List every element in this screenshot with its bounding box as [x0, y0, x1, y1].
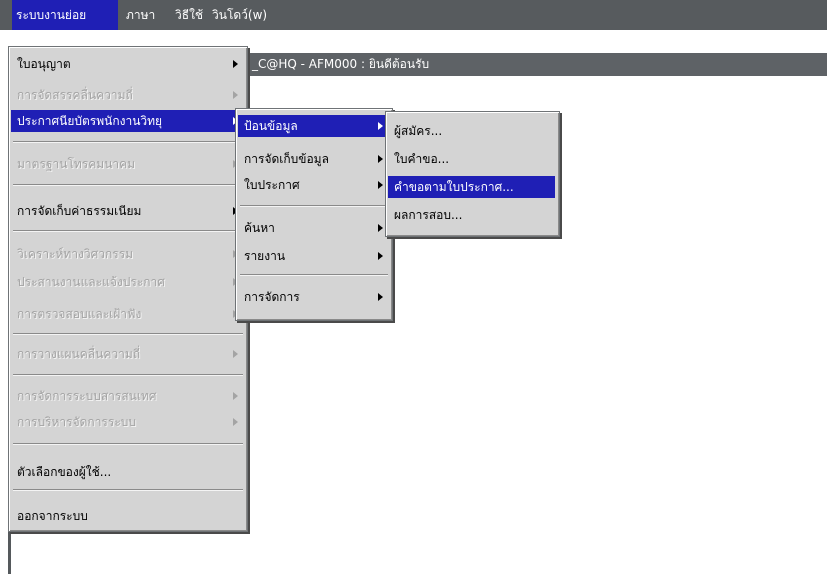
submenu-arrow-icon — [378, 122, 383, 130]
menu-separator — [13, 184, 243, 186]
main-menu-item-frequency-planning[interactable]: การวางแผนคลื่นความถี่ — [11, 343, 243, 365]
submenu-item-certificates[interactable]: ใบประกาศ — [238, 174, 388, 196]
main-menu-item-label: วิเคราะห์ทางวิศวกรรม — [17, 247, 134, 261]
menu-language[interactable]: ภาษา — [126, 0, 155, 30]
submenu-item-label: ป้อนข้อมูล — [244, 119, 298, 133]
main-menu-item-label: การตรวจสอบและเฝ้าฟัง — [17, 307, 142, 321]
main-menu-item-logout[interactable]: ออกจากระบบ — [11, 505, 243, 527]
main-menu-item-engineering-analysis[interactable]: วิเคราะห์ทางวิศวกรรม — [11, 243, 243, 265]
submenu-item-exam-results[interactable]: ผลการสอบ... — [388, 204, 555, 226]
menu-separator — [240, 205, 388, 207]
main-menu-item-radio-operator-certificate[interactable]: ประกาศนียบัตรพนักงานวิทยุ — [11, 110, 243, 132]
submenu-arrow-icon — [378, 155, 383, 163]
main-menu-item-label: ใบอนุญาต — [17, 57, 71, 71]
menu-separator — [13, 333, 243, 335]
menu-separator — [13, 230, 243, 232]
submenu-item-label: ผลการสอบ... — [394, 208, 463, 222]
main-menu-item-label: ประสานงานและแจ้งประกาศ — [17, 275, 165, 289]
submenu-arrow-icon — [233, 392, 238, 400]
submenu-item-label: ค้นหา — [244, 221, 275, 235]
submenu-item-label: การจัดการ — [244, 290, 300, 304]
submenu-arrow-icon — [233, 60, 238, 68]
submenu-item-data-storage[interactable]: การจัดเก็บข้อมูล — [238, 148, 388, 170]
menu-bar: ระบบงานย่อย ภาษา วิธีใช้ วินโดว์(w) — [0, 0, 827, 30]
menu-separator — [13, 141, 243, 143]
main-menu: ใบอนุญาต การจัดสรรคลื่นความถี่ ประกาศนีย… — [8, 46, 248, 532]
menu-separator — [240, 274, 388, 276]
submenu-item-applicants[interactable]: ผู้สมัคร... — [388, 120, 555, 142]
main-menu-item-system-administration[interactable]: การบริหารจัดการระบบ — [11, 411, 243, 433]
main-menu-item-label: ประกาศนียบัตรพนักงานวิทยุ — [17, 114, 163, 128]
main-menu-item-frequency-allocation[interactable]: การจัดสรรคลื่นความถี่ — [11, 84, 243, 106]
menu-help[interactable]: วิธีใช้ — [175, 0, 203, 30]
submenu-arrow-icon — [378, 252, 383, 260]
menu-window[interactable]: วินโดว์(w) — [212, 0, 267, 30]
main-menu-item-fee-collection[interactable]: การจัดเก็บค่าธรรมเนียม — [11, 200, 243, 222]
submenu-arrow-icon — [233, 350, 238, 358]
main-menu-item-user-options[interactable]: ตัวเลือกของผู้ใช้... — [11, 461, 243, 483]
menu-separator — [13, 374, 243, 376]
submenu-arrow-icon — [378, 181, 383, 189]
main-menu-item-label: การจัดเก็บค่าธรรมเนียม — [17, 204, 142, 218]
submenu-item-management[interactable]: การจัดการ — [238, 286, 388, 308]
submenu-item-search[interactable]: ค้นหา — [238, 217, 388, 239]
main-menu-item-label: การจัดสรรคลื่นความถี่ — [17, 88, 133, 102]
main-menu-item-label: การวางแผนคลื่นความถี่ — [17, 347, 141, 361]
window-title-bar: _C@HQ - AFM000 : ยินดีต้อนรับ — [246, 53, 827, 76]
submenu-arrow-icon — [233, 91, 238, 99]
submenu-arrow-icon — [378, 224, 383, 232]
main-menu-item-label: ออกจากระบบ — [17, 509, 88, 523]
submenu-arrow-icon — [233, 418, 238, 426]
main-menu-item-information-systems[interactable]: การจัดการระบบสารสนเทศ — [11, 385, 243, 407]
window-left-border — [8, 530, 11, 574]
submenu-item-label: ใบคำขอ... — [394, 152, 450, 166]
main-menu-item-coordination[interactable]: ประสานงานและแจ้งประกาศ — [11, 271, 243, 293]
submenu-item-data-entry[interactable]: ป้อนข้อมูล — [238, 115, 388, 137]
submenu-item-reports[interactable]: รายงาน — [238, 245, 388, 267]
main-menu-item-label: ตัวเลือกของผู้ใช้... — [17, 465, 112, 479]
submenu-item-label: ผู้สมัคร... — [394, 124, 443, 138]
menu-separator — [13, 443, 243, 445]
submenu-arrow-icon — [378, 293, 383, 301]
submenu-item-label: รายงาน — [244, 249, 286, 263]
submenu-item-label: การจัดเก็บข้อมูล — [244, 152, 329, 166]
main-menu-item-label: การจัดการระบบสารสนเทศ — [17, 389, 157, 403]
submenu-item-request-forms[interactable]: ใบคำขอ... — [388, 148, 555, 170]
main-menu-item-label: การบริหารจัดการระบบ — [17, 415, 137, 429]
menu-separator — [13, 489, 243, 491]
submenu-item-certificate-requests[interactable]: คำขอตามใบประกาศ... — [388, 176, 555, 198]
main-menu-item-label: มาตรฐานโทรคมนาคม — [17, 157, 136, 171]
menu-subsystems[interactable]: ระบบงานย่อย — [12, 0, 118, 30]
submenu-item-label: ใบประกาศ — [244, 178, 300, 192]
main-menu-item-telecom-standards[interactable]: มาตรฐานโทรคมนาคม — [11, 153, 243, 175]
data-entry-submenu: ผู้สมัคร... ใบคำขอ... คำขอตามใบประกาศ...… — [385, 111, 560, 237]
main-menu-item-licenses[interactable]: ใบอนุญาต — [11, 53, 243, 75]
submenu-item-label: คำขอตามใบประกาศ... — [394, 180, 514, 194]
main-menu-item-monitoring[interactable]: การตรวจสอบและเฝ้าฟัง — [11, 303, 243, 325]
certificate-submenu: ป้อนข้อมูล การจัดเก็บข้อมูล ใบประกาศ ค้น… — [235, 108, 393, 321]
window-title: _C@HQ - AFM000 : ยินดีต้อนรับ — [252, 57, 430, 71]
